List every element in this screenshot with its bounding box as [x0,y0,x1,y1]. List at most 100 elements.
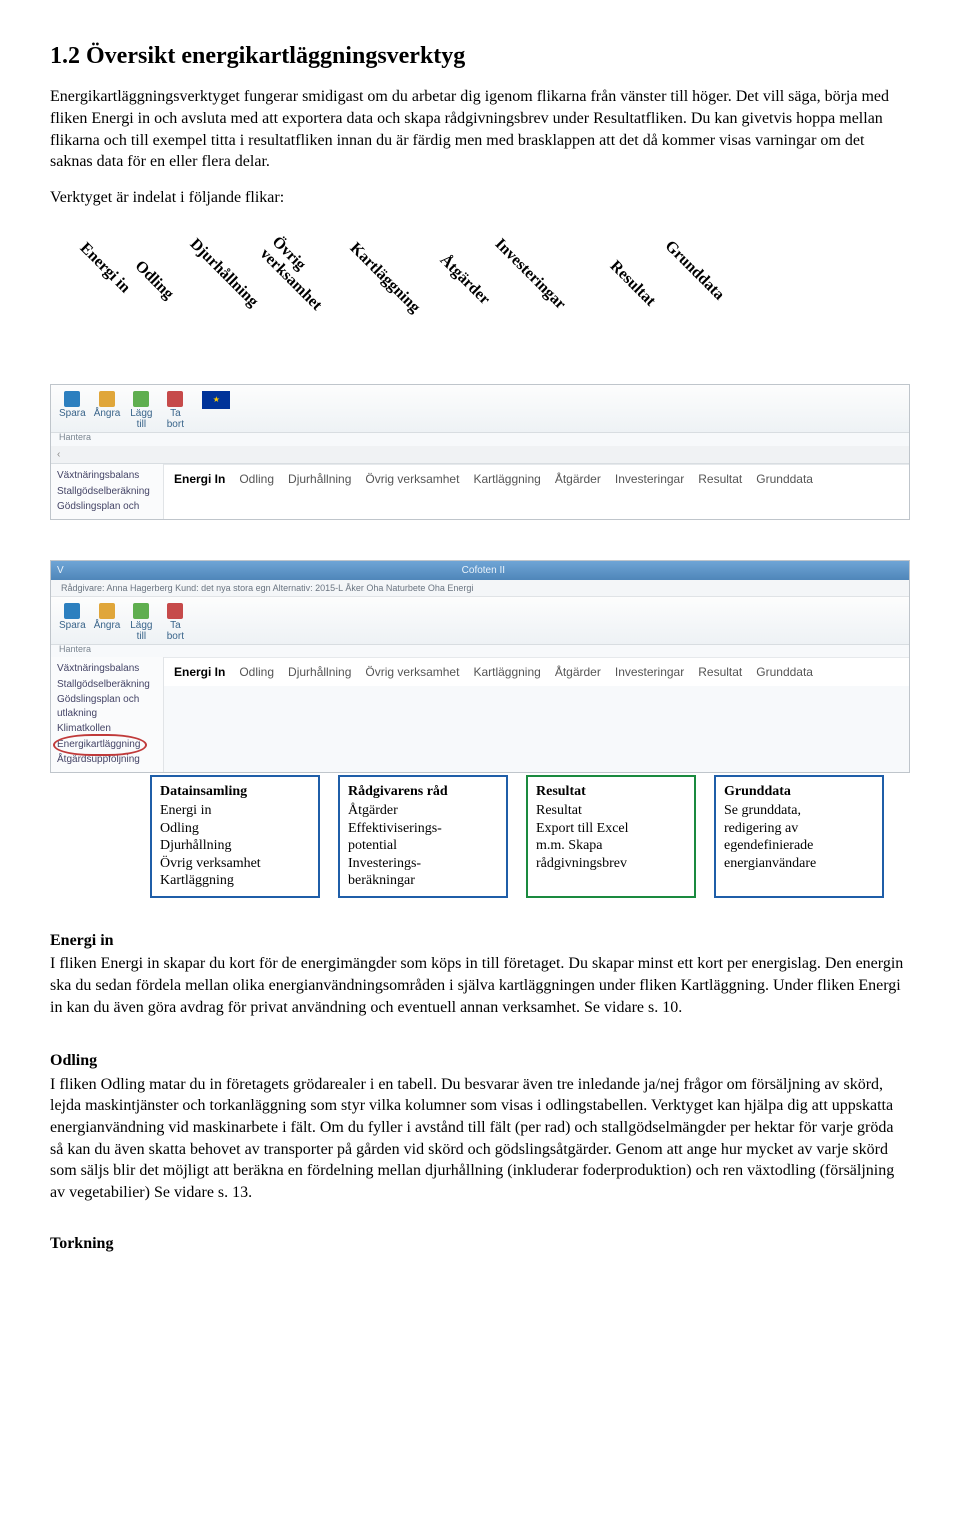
tab-odling[interactable]: Odling [239,471,274,513]
tab-grunddata[interactable]: Grunddata [756,471,813,513]
callout-line: beräkningar [348,872,498,890]
section-torkning-title: Torkning [50,1233,910,1255]
diag-label-resultat: Resultat [605,256,660,311]
callout-title: Grunddata [724,783,874,801]
tab-grunddata[interactable]: Grunddata [756,664,813,680]
add-button[interactable]: Läggtill [128,603,154,642]
tab-djurhallning[interactable]: Djurhållning [288,664,351,680]
section-heading: 1.2 Översikt energikartläggningsverktyg [50,40,910,72]
add-button[interactable]: Läggtill [128,391,154,430]
titlebar-left: V [57,564,64,578]
tab-atgarder[interactable]: Åtgärder [555,664,601,680]
callout-line: redigering av [724,820,874,838]
breadcrumb: Rådgivare: Anna Hagerberg Kund: det nya … [51,580,909,597]
section-title: Energi in [50,930,910,952]
ribbon-group-label: Hantera [51,643,909,657]
add-label: Läggtill [130,409,152,430]
callout-line: Odling [160,820,310,838]
tab-energi-in[interactable]: Energi In [174,664,225,680]
callout-line: Resultat [536,802,686,820]
delete-button[interactable]: Tabort [162,603,188,642]
save-button[interactable]: Spara [59,391,86,420]
intro-paragraph-1: Energikartläggningsverktyget fungerar sm… [50,86,910,172]
sidebar-item[interactable]: Gödslingsplan och utlakning [57,692,157,721]
app-toolbar-screenshot-1: Spara Ångra Läggtill Tabort ★ Hantera ‹ … [50,384,910,519]
callout-line: Åtgärder [348,802,498,820]
delete-label: Tabort [167,409,184,430]
titlebar-center: Cofoten II [462,564,505,578]
ribbon-group-label: Hantera [51,431,909,445]
save-icon [64,603,80,619]
undo-button[interactable]: Ångra [94,391,121,420]
left-sidebar: Växtnäringsbalans Stallgödselberäkning G… [51,657,164,772]
sidebar-item[interactable]: Växtnäringsbalans [57,468,157,484]
callout-title: Resultat [536,783,686,801]
callout-line: Effektiviserings- [348,820,498,838]
callout-title: Rådgivarens råd [348,783,498,801]
callout-line: Energi in [160,802,310,820]
undo-label: Ångra [94,621,121,632]
undo-button[interactable]: Ångra [94,603,121,632]
tab-resultat[interactable]: Resultat [698,664,742,680]
section-text: I fliken Energi in skapar du kort för de… [50,953,910,1018]
callout-line: rådgivningsbrev [536,855,686,873]
sidebar-item-label: Energikartläggning [57,739,140,750]
save-label: Spara [59,621,86,632]
eu-flag-icon: ★ [202,391,230,409]
callout-datainsamling: Datainsamling Energi in Odling Djurhålln… [150,775,320,898]
diag-label-energi-in: Energi in [75,238,135,298]
sidebar-item[interactable]: Stallgödselberäkning [57,677,157,693]
save-button[interactable]: Spara [59,603,86,632]
tab-djurhallning[interactable]: Djurhållning [288,471,351,513]
app-toolbar-screenshot-2: V Cofoten II Rådgivare: Anna Hagerberg K… [50,560,910,773]
sidebar-item[interactable]: Klimatkollen [57,721,157,737]
tab-odling[interactable]: Odling [239,664,274,680]
undo-icon [99,391,115,407]
add-label: Läggtill [130,621,152,642]
sidebar-item[interactable]: Åtgärdsuppföljning [57,752,157,768]
delete-icon [167,603,183,619]
add-icon [133,391,149,407]
delete-button[interactable]: Tabort [162,391,188,430]
undo-icon [99,603,115,619]
intro-paragraph-2: Verktyget är indelat i följande flikar: [50,187,910,209]
diag-label-investeringar: Investeringar [490,234,571,315]
tab-investeringar[interactable]: Investeringar [615,471,684,513]
tab-atgarder[interactable]: Åtgärder [555,471,601,513]
sidebar-item-energikartlaggning[interactable]: Energikartläggning [57,737,140,753]
delete-label: Tabort [167,621,184,642]
diag-label-odling: Odling [130,256,179,305]
collapse-chevron[interactable]: ‹ [51,446,909,465]
save-icon [64,391,80,407]
sidebar-item[interactable]: Stallgödselberäkning [57,484,157,500]
callout-line: potential [348,837,498,855]
section-title: Odling [50,1050,910,1072]
diag-label-djurhallning: Djurhållning [185,234,263,312]
tab-kartlaggning[interactable]: Kartläggning [473,471,540,513]
callout-line: Övrig verksamhet [160,855,310,873]
diag-label-grunddata: Grunddata [660,236,729,305]
section-energi-in: Energi in I fliken Energi in skapar du k… [50,930,910,1018]
diag-label-ovrig-verksamhet: Ångra Övrigverksamhet [256,234,336,314]
left-sidebar: Växtnäringsbalans Stallgödselberäkning G… [51,464,164,519]
callout-radgivarens-rad: Rådgivarens råd Åtgärder Effektivisering… [338,775,508,898]
diagonal-tab-labels: Energi in Odling Djurhållning Ångra Övri… [90,228,910,378]
sidebar-item[interactable]: Gödslingsplan och [57,499,157,515]
tab-ovrig-verksamhet[interactable]: Övrig verksamhet [365,664,459,680]
tab-resultat[interactable]: Resultat [698,471,742,513]
tab-ovrig-verksamhet[interactable]: Övrig verksamhet [365,471,459,513]
callout-grunddata: Grunddata Se grunddata, redigering av eg… [714,775,884,898]
add-icon [133,603,149,619]
tab-kartlaggning[interactable]: Kartläggning [473,664,540,680]
sidebar-item[interactable]: Växtnäringsbalans [57,661,157,677]
callout-resultat: Resultat Resultat Export till Excel m.m.… [526,775,696,898]
tab-strip: Energi In Odling Djurhållning Övrig verk… [164,657,909,686]
tab-investeringar[interactable]: Investeringar [615,664,684,680]
tab-energi-in[interactable]: Energi In [174,471,225,513]
callout-boxes: Datainsamling Energi in Odling Djurhålln… [150,775,910,898]
section-text: I fliken Odling matar du in företagets g… [50,1074,910,1204]
tabs-overview-figure: Energi in Odling Djurhållning Ångra Övri… [50,228,910,897]
save-label: Spara [59,409,86,420]
diag-label-atgarder: Åtgärder [435,250,495,310]
callout-title: Datainsamling [160,783,310,801]
